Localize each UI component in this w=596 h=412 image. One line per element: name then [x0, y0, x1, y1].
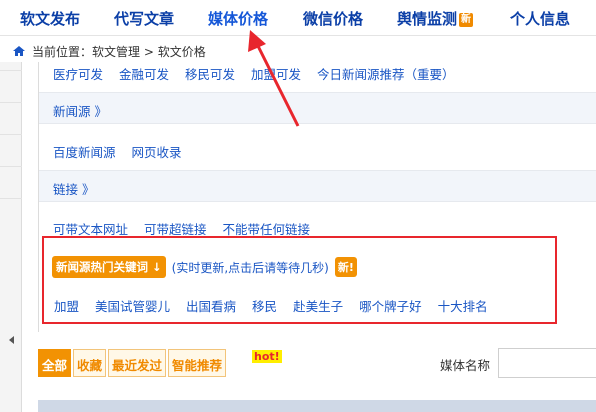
nav-item-media-price[interactable]: 媒体价格	[208, 8, 268, 29]
news-source-row: 百度新闻源 网页收录	[53, 142, 596, 161]
left-sidebar-collapsed	[0, 62, 22, 412]
filter-link[interactable]: 加盟可发	[251, 67, 301, 82]
filter-link[interactable]: 今日新闻源推荐（重要）	[317, 67, 455, 82]
keyword-link[interactable]: 哪个牌子好	[359, 296, 422, 315]
tab-smart[interactable]: 智能推荐	[168, 349, 227, 377]
hot-label: hot!	[252, 350, 282, 363]
media-name-input[interactable]	[498, 348, 596, 378]
keyword-link[interactable]: 加盟	[54, 296, 79, 315]
filter-link[interactable]: 医疗可发	[53, 67, 103, 82]
section-news-source: 新闻源 》	[39, 92, 596, 124]
section-link: 链接 》	[39, 170, 596, 202]
top-nav: 软文发布 代写文章 媒体价格 微信价格 舆情监测新 个人信息	[0, 0, 596, 36]
breadcrumb-path: 软文管理 > 软文价格	[92, 44, 206, 59]
hot-keywords-note: (实时更新,点击后请等待几秒)	[171, 260, 329, 275]
filter-link[interactable]: 金融可发	[119, 67, 169, 82]
section-title: 新闻源 》	[53, 104, 107, 119]
nav-item-monitoring[interactable]: 舆情监测新	[397, 8, 474, 29]
table-header	[38, 400, 596, 412]
nav-item-wechat-price[interactable]: 微信价格	[303, 8, 363, 29]
collapse-arrow-icon[interactable]	[9, 336, 14, 344]
nav-item-profile[interactable]: 个人信息	[510, 8, 570, 29]
nav-item-ghostwrite[interactable]: 代写文章	[114, 8, 174, 29]
tab-favorites[interactable]: 收藏	[73, 349, 107, 377]
keyword-list: 加盟 美国试管婴儿 出国看病 移民 赴美生子 哪个牌子好 十大排名	[54, 296, 504, 315]
filter-link[interactable]: 可带文本网址	[53, 222, 128, 237]
tab-all[interactable]: 全部	[38, 349, 72, 377]
breadcrumb-prefix: 当前位置：	[32, 44, 93, 59]
hot-keywords-button[interactable]: 新闻源热门关键词 ↓	[52, 256, 166, 278]
hot-keyword-bar: 新闻源热门关键词 ↓ (实时更新,点击后请等待几秒) 新!	[52, 256, 357, 278]
category-row: 医疗可发 金融可发 移民可发 加盟可发 今日新闻源推荐（重要）	[53, 64, 596, 83]
filter-link[interactable]: 可带超链接	[144, 222, 207, 237]
home-icon	[13, 46, 25, 56]
filter-link[interactable]: 百度新闻源	[53, 145, 116, 160]
tab-recent[interactable]: 最近发过	[108, 349, 167, 377]
new-tag: 新!	[334, 257, 357, 277]
nav-item-monitoring-label: 舆情监测	[397, 10, 458, 28]
keyword-link[interactable]: 十大排名	[438, 296, 488, 315]
media-name-label: 媒体名称	[440, 358, 491, 373]
nav-item-publish[interactable]: 软文发布	[20, 8, 80, 29]
keyword-link[interactable]: 美国试管婴儿	[95, 296, 170, 315]
breadcrumb: 当前位置： 软文管理 > 软文价格	[12, 42, 206, 60]
keyword-link[interactable]: 赴美生子	[293, 296, 343, 315]
keyword-link[interactable]: 出国看病	[186, 296, 236, 315]
filter-link[interactable]: 不能带任何链接	[223, 222, 311, 237]
new-badge: 新	[459, 13, 474, 27]
filter-tabs: 全部 收藏 最近发过 智能推荐	[38, 349, 228, 377]
filter-link[interactable]: 移民可发	[185, 67, 235, 82]
filter-link[interactable]: 网页收录	[132, 145, 182, 160]
keyword-link[interactable]: 移民	[252, 296, 277, 315]
section-title: 链接 》	[53, 182, 95, 197]
